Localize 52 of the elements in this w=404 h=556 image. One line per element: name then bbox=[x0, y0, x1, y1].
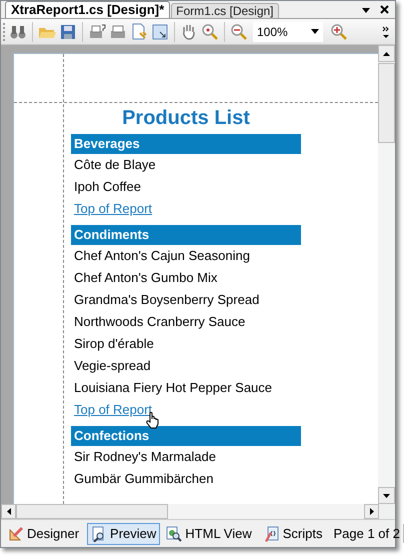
view-tab[interactable]: Scripts bbox=[260, 522, 326, 544]
left-arrow-icon bbox=[6, 508, 10, 515]
product-name: Louisiana Fiery Hot Pepper Sauce bbox=[73, 379, 272, 397]
scroll-right-button[interactable] bbox=[364, 504, 379, 519]
script-icon bbox=[264, 526, 280, 542]
dropdown-icon[interactable] bbox=[311, 29, 319, 34]
product-name: Vegie-spread bbox=[73, 357, 151, 375]
scale-page-icon[interactable] bbox=[151, 22, 169, 40]
scroll-down-button[interactable] bbox=[378, 487, 395, 504]
scroll-left-button[interactable] bbox=[1, 504, 16, 519]
product-name: Côte de Blaye bbox=[73, 156, 156, 174]
zoom-combo[interactable]: 100% bbox=[253, 22, 323, 42]
vertical-scrollbar[interactable] bbox=[378, 45, 395, 504]
horizontal-scrollbar[interactable] bbox=[1, 504, 379, 519]
dropdown-icon[interactable] bbox=[362, 8, 370, 13]
printer-help-icon[interactable] bbox=[88, 22, 106, 40]
report-title: Products List bbox=[121, 106, 251, 131]
globe-magnifier-icon bbox=[166, 526, 182, 542]
right-arrow-icon bbox=[370, 508, 374, 515]
view-tab[interactable]: Preview bbox=[87, 522, 160, 544]
ruler-pencil-icon bbox=[8, 526, 24, 542]
magnifier-icon[interactable] bbox=[201, 22, 219, 40]
top-of-report-link[interactable]: Top of Report bbox=[74, 399, 152, 421]
page-status: Page 1 of 2 bbox=[330, 524, 404, 544]
top-of-report-link[interactable]: Top of Report bbox=[74, 198, 152, 220]
scroll-thumb[interactable] bbox=[16, 504, 168, 519]
save-icon[interactable] bbox=[59, 22, 77, 40]
up-arrow-icon bbox=[383, 52, 390, 56]
zoom-out-icon[interactable] bbox=[230, 22, 248, 40]
group-header: Confections bbox=[71, 426, 301, 446]
product-name: Ipoh Coffee bbox=[73, 178, 141, 196]
product-name: Northwoods Cranberry Sauce bbox=[73, 313, 246, 331]
overflow-chevron-icon[interactable] bbox=[382, 24, 390, 38]
product-name: Gumbär Gummibärchen bbox=[73, 470, 214, 488]
product-name: Chef Anton's Gumbo Mix bbox=[73, 269, 218, 287]
group-header: Beverages bbox=[71, 134, 301, 154]
product-name: Sir Rodney's Marmalade bbox=[73, 448, 216, 466]
document-tab[interactable]: XtraReport1.cs [Design]* bbox=[5, 1, 170, 18]
down-arrow-icon bbox=[383, 494, 390, 498]
document-tab[interactable]: Form1.cs [Design] bbox=[171, 3, 279, 18]
printer-icon[interactable] bbox=[109, 22, 127, 40]
group-header: Condiments bbox=[71, 225, 301, 245]
scroll-thumb[interactable] bbox=[378, 63, 395, 143]
close-icon[interactable] bbox=[380, 5, 389, 14]
zoom-in-icon[interactable] bbox=[330, 22, 348, 40]
view-tab[interactable]: Designer bbox=[4, 522, 84, 544]
product-name: Sirop d'érable bbox=[73, 335, 154, 353]
scroll-up-button[interactable] bbox=[378, 45, 395, 62]
zoom-value: 100% bbox=[256, 24, 289, 40]
view-tab[interactable]: HTML View bbox=[162, 522, 256, 544]
product-name: Chef Anton's Cajun Seasoning bbox=[73, 247, 250, 265]
product-name: Grandma's Boysenberry Spread bbox=[73, 291, 260, 309]
